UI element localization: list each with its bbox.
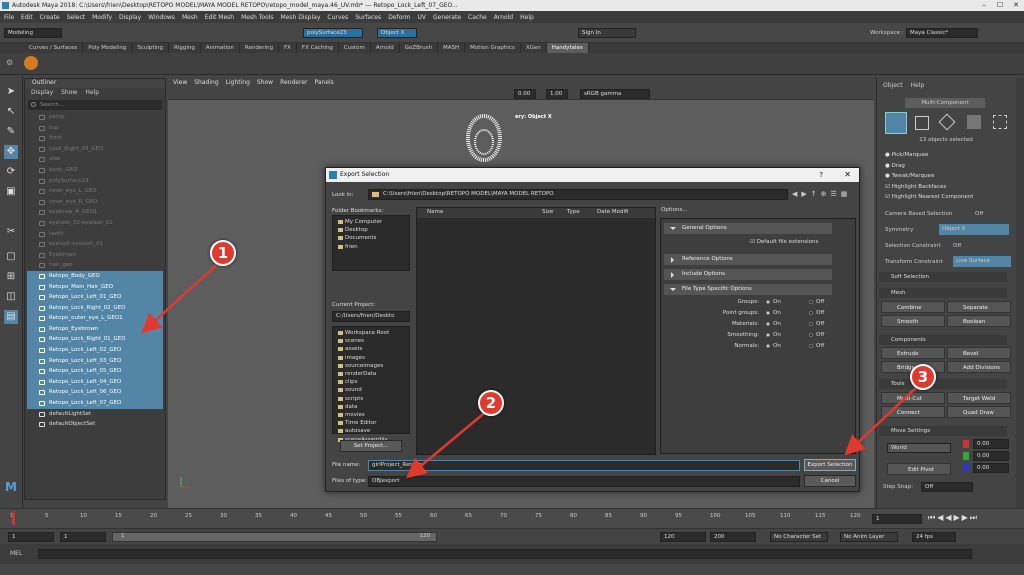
arrow-2 [406, 409, 489, 479]
annotation-badge-2: 2 [478, 390, 504, 416]
annotation-badge-1: 1 [210, 240, 236, 266]
annotation-badge-3: 3 [910, 364, 936, 390]
arrow-3 [844, 383, 921, 456]
arrow-1 [141, 259, 223, 334]
annotation-arrows [141, 259, 921, 479]
